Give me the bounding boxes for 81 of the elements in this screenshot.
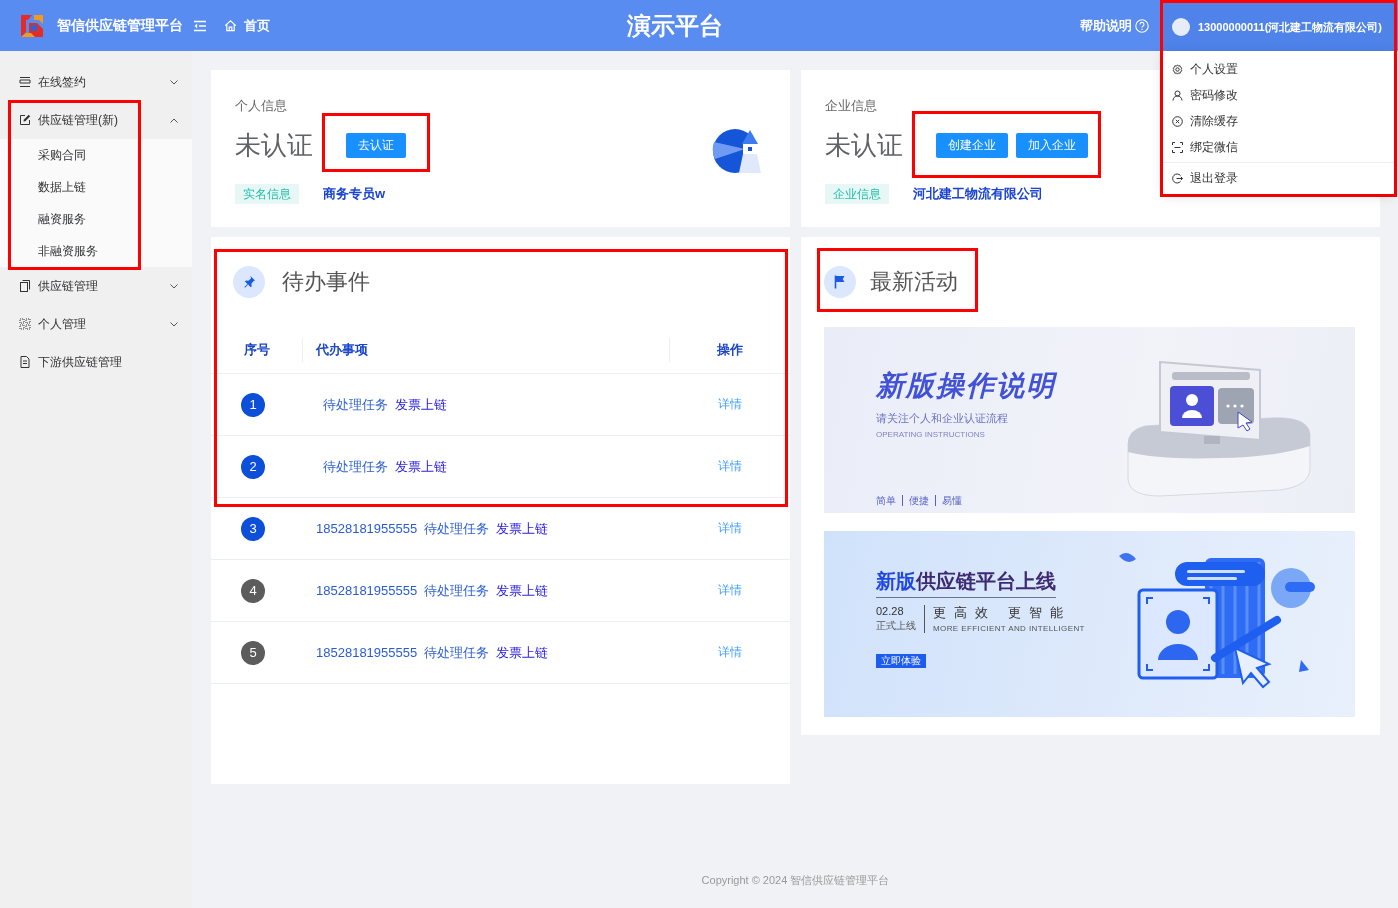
index-badge: 2: [241, 454, 265, 479]
copy-icon: [19, 280, 31, 292]
sidebar-subitem[interactable]: 数据上链: [38, 178, 86, 196]
verification-status: 未认证: [235, 129, 313, 162]
column-header: 序号: [243, 340, 270, 359]
card-title: 待办事件: [282, 268, 370, 296]
sidebar-subitem[interactable]: 融资服务: [38, 210, 86, 228]
menu-item[interactable]: 退出登录: [1163, 165, 1394, 191]
index-badge: 5: [241, 640, 265, 665]
task-status: 待处理任务: [424, 581, 490, 600]
copyright-text: Copyright © 2024 智信供应链管理平台: [701, 874, 890, 886]
avatar-icon: [1172, 18, 1190, 36]
menu-item[interactable]: 绑定微信: [1163, 134, 1394, 160]
phone-number: 18528181955555: [316, 645, 418, 660]
document-icon: [19, 356, 31, 368]
task-status: 待处理任务: [323, 395, 388, 414]
banner-keyword: 简单: [876, 495, 897, 506]
clear-icon: [1172, 115, 1183, 127]
task-name: 发票上链: [395, 395, 447, 414]
flag-icon: [824, 266, 856, 298]
phone-number: 18528181955555: [316, 521, 418, 536]
phone-number: 18528181955555: [316, 583, 418, 598]
app-title: 智信供应链管理平台: [57, 16, 183, 35]
task-status: 待处理任务: [323, 457, 388, 476]
sidebar-subitem[interactable]: 非融资服务: [38, 242, 98, 260]
banner-slogan: 更高效 更智能: [933, 605, 1071, 620]
card-title: 最新活动: [870, 268, 958, 296]
launch-date: 02.28: [876, 605, 904, 618]
sidebar-item[interactable]: 供应链管理(新): [19, 111, 118, 129]
info-tag: 实名信息: [235, 184, 299, 204]
task-name: 发票上链: [496, 581, 549, 600]
task-name: 发票上链: [395, 457, 447, 476]
sidebar-item[interactable]: 在线签约: [19, 73, 86, 91]
try-now-button[interactable]: 立即体验: [876, 654, 926, 668]
index-badge: 1: [241, 392, 265, 417]
logout-icon: [1172, 172, 1183, 184]
sidebar-item[interactable]: 供应链管理: [19, 277, 98, 295]
menu-item[interactable]: 密码修改: [1163, 82, 1394, 108]
page-title: 演示平台: [627, 11, 723, 39]
sidebar-subitem[interactable]: 采购合同: [38, 146, 86, 164]
info-tag: 企业信息: [825, 184, 889, 204]
task-status: 待处理任务: [424, 643, 490, 662]
grid-icon: [19, 318, 31, 330]
scan-icon: [1172, 141, 1183, 153]
account-menu-button[interactable]: 13000000011(河北建工物流有限公司): [1163, 3, 1394, 51]
sidebar-item[interactable]: 下游供应链管理: [19, 353, 122, 371]
banner-caption: MORE EFFICIENT AND INTELLIGENT: [933, 624, 1085, 634]
date-caption: 正式上线: [876, 620, 916, 632]
settings-icon: [1172, 63, 1183, 75]
pin-icon: [233, 266, 265, 298]
menu-item[interactable]: 清除缓存: [1163, 108, 1394, 134]
list-icon: [19, 76, 31, 88]
menu-item[interactable]: 个人设置: [1163, 56, 1394, 82]
home-icon: [224, 19, 237, 32]
section-label: 个人信息: [235, 98, 287, 114]
chevron-down-icon[interactable]: [170, 283, 178, 289]
banner-caption: OPERATING INSTRUCTIONS: [876, 430, 985, 440]
index-badge: 4: [241, 578, 265, 603]
verification-status: 未认证: [825, 129, 903, 162]
task-name: 发票上链: [496, 643, 549, 662]
edit-icon: [19, 114, 31, 126]
user-icon: [1172, 89, 1183, 101]
banner-keyword: 易懂: [935, 495, 968, 506]
banner-title: 新版操作说明: [876, 369, 1056, 403]
company-name: 河北建工物流有限公司: [913, 185, 1043, 203]
chevron-up-icon[interactable]: [170, 117, 178, 123]
sidebar-item[interactable]: 个人管理: [19, 315, 86, 333]
chevron-down-icon[interactable]: [170, 79, 178, 85]
banner-subtitle: 请关注个人和企业认证流程: [876, 411, 1008, 426]
banner-title: 新版供应链平台上线: [876, 569, 1056, 593]
column-header: 代办事项: [316, 340, 368, 359]
account-name: 商务专员w: [323, 185, 386, 203]
index-badge: 3: [241, 516, 265, 541]
chevron-down-icon[interactable]: [170, 321, 178, 327]
banner-keyword: 便捷: [902, 495, 935, 506]
section-label: 企业信息: [825, 98, 877, 114]
task-name: 发票上链: [496, 519, 549, 538]
menu-fold-icon[interactable]: [193, 19, 207, 32]
task-status: 待处理任务: [424, 519, 490, 538]
help-icon: [1135, 18, 1149, 33]
column-header: 操作: [717, 340, 743, 359]
